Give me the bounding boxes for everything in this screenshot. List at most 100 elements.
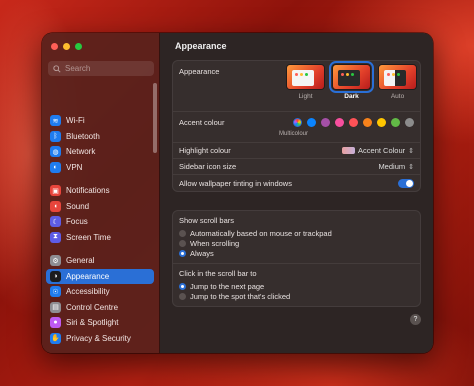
accent-swatch[interactable] [377, 118, 386, 127]
focus-icon: ☾ [50, 216, 61, 228]
sidebar-icon-size-label: Sidebar icon size [179, 162, 237, 171]
sidebar-group: ⚙ General ◑ Appearance ☉ Accessibility ▤ Contro… [46, 253, 154, 346]
accent-swatch[interactable] [363, 118, 372, 127]
appearance-icon: ◑ [50, 270, 61, 282]
accent-swatch[interactable] [391, 118, 400, 127]
appearance-thumbnail-light [286, 64, 325, 90]
wallpaper-tinting-label: Allow wallpaper tinting in windows [179, 178, 292, 188]
appearance-row: Appearance Light Dark Auto [173, 61, 420, 112]
highlight-swatch [342, 147, 356, 154]
minimize-button[interactable] [63, 43, 70, 50]
show-scroll-bars-section: Show scroll bars Automatically based on … [173, 211, 420, 264]
click-scroll-bar-title: Click in the scroll bar to [179, 269, 257, 278]
accent-swatches [293, 118, 414, 127]
radio-label: Jump to the next page [190, 281, 265, 291]
accent-swatch[interactable] [321, 118, 330, 127]
screen-time-icon: ⧗ [50, 231, 61, 243]
highlight-colour-popup[interactable]: Accent Colour ⇕ [342, 146, 414, 155]
show-scroll-bars-option[interactable]: Automatically based on mouse or trackpad [179, 228, 414, 238]
sidebar-item-siri-spotlight[interactable]: ● Siri & Spotlight [46, 315, 154, 331]
scroll-bar-settings-panel: Show scroll bars Automatically based on … [172, 210, 421, 307]
sidebar-item-label: Wi-Fi [66, 116, 85, 126]
sidebar-item-label: Accessibility [66, 287, 110, 297]
multicolour-label: Multicolour [279, 131, 309, 137]
sidebar-item-screen-time[interactable]: ⧗ Screen Time [46, 230, 154, 246]
sidebar-item-sound[interactable]: ◖ Sound [46, 199, 154, 215]
radio-button[interactable] [179, 292, 186, 300]
sidebar-group: ≋ Wi-Fi ᛒ Bluetooth ◍ Network ◐ VPN [46, 113, 154, 175]
general-icon: ⚙ [50, 255, 61, 267]
accent-swatch-multicolour[interactable] [293, 118, 302, 127]
sidebar-item-vpn[interactable]: ◐ VPN [46, 160, 154, 176]
appearance-option-light[interactable]: Light [286, 64, 325, 100]
appearance-option-label: Dark [344, 93, 359, 100]
sidebar-item-notifications[interactable]: ▣ Notifications [46, 183, 154, 199]
sidebar-item-label: Screen Time [66, 232, 111, 242]
help-button[interactable]: ? [410, 314, 421, 325]
sidebar-item-focus[interactable]: ☾ Focus [46, 214, 154, 230]
search-field[interactable]: Search [48, 61, 154, 76]
search-icon [53, 64, 61, 73]
appearance-settings-panel: Appearance Light Dark Auto Accent colour M… [172, 60, 421, 192]
privacy-icon: ✋ [50, 332, 61, 344]
wallpaper-tinting-row: Allow wallpaper tinting in windows [173, 175, 420, 191]
sidebar-item-privacy-security[interactable]: ✋ Privacy & Security [46, 331, 154, 347]
accent-colour-row: Accent colour Multicolour [173, 112, 420, 143]
sidebar-group: ▣ Notifications ◖ Sound ☾ Focus ⧗ Screen Time [46, 183, 154, 245]
appearance-pane: Appearance Appearance Light Dark Auto Acce… [160, 33, 433, 353]
accent-swatch[interactable] [307, 118, 316, 127]
accent-swatch[interactable] [405, 118, 414, 127]
sidebar-item-general[interactable]: ⚙ General [46, 253, 154, 269]
page-title: Appearance [175, 41, 227, 51]
sidebar-icon-size-row: Sidebar icon size Medium ⇕ [173, 159, 420, 175]
radio-button[interactable] [179, 229, 186, 237]
accessibility-icon: ☉ [50, 286, 61, 298]
appearance-option-label: Light [298, 93, 313, 100]
sidebar-item-bluetooth[interactable]: ᛒ Bluetooth [46, 129, 154, 145]
accent-swatch[interactable] [349, 118, 358, 127]
sidebar-item-wi-fi[interactable]: ≋ Wi-Fi [46, 113, 154, 129]
sidebar-item-network[interactable]: ◍ Network [46, 144, 154, 160]
sidebar-item-label: Control Centre [66, 302, 119, 312]
sidebar-item-label: Network [66, 147, 96, 157]
show-scroll-bars-option[interactable]: When scrolling [179, 238, 414, 248]
icon-size-value: Medium [378, 162, 406, 171]
sidebar-nav: ≋ Wi-Fi ᛒ Bluetooth ◍ Network ◐ VPN ▣ Notificatio… [46, 113, 154, 353]
appearance-options: Light Dark Auto [286, 61, 417, 100]
appearance-thumbnail-auto [378, 64, 417, 90]
traffic-lights [51, 43, 82, 50]
radio-button[interactable] [179, 239, 186, 247]
sidebar-item-label: Sound [66, 201, 90, 211]
system-settings-window: Search ≋ Wi-Fi ᛒ Bluetooth ◍ Network ◐ VPN ▣ Noti… [42, 33, 433, 353]
radio-label: Jump to the spot that's clicked [190, 291, 291, 301]
highlight-colour-label: Highlight colour [179, 146, 231, 155]
appearance-option-auto[interactable]: Auto [378, 64, 417, 100]
sidebar-item-appearance[interactable]: ◑ Appearance [46, 268, 154, 284]
radio-button[interactable] [179, 249, 186, 257]
appearance-thumbnail-dark [329, 61, 374, 93]
click-scroll-bar-section: Click in the scroll bar to Jump to the n… [173, 264, 420, 306]
network-icon: ◍ [50, 146, 61, 158]
sound-icon: ◖ [50, 200, 61, 212]
control-centre-icon: ▤ [50, 301, 61, 313]
wifi-icon: ≋ [50, 115, 61, 127]
wallpaper-tinting-toggle[interactable] [398, 178, 414, 188]
sidebar-item-accessibility[interactable]: ☉ Accessibility [46, 284, 154, 300]
bluetooth-icon: ᛒ [50, 130, 61, 142]
show-scroll-bars-option[interactable]: Always [179, 248, 414, 258]
sidebar: Search ≋ Wi-Fi ᛒ Bluetooth ◍ Network ◐ VPN ▣ Noti… [42, 33, 160, 353]
click-scroll-bar-option[interactable]: Jump to the spot that's clicked [179, 291, 414, 301]
click-scroll-bar-option[interactable]: Jump to the next page [179, 281, 414, 291]
radio-button[interactable] [179, 282, 186, 290]
chevron-updown-icon: ⇕ [408, 147, 414, 155]
close-button[interactable] [51, 43, 58, 50]
accent-swatch[interactable] [335, 118, 344, 127]
zoom-button[interactable] [75, 43, 82, 50]
icon-size-popup[interactable]: Medium ⇕ [378, 162, 414, 171]
siri-icon: ● [50, 317, 61, 329]
appearance-option-dark[interactable]: Dark [329, 61, 374, 100]
sidebar-item-label: Bluetooth [66, 131, 100, 141]
show-scroll-bars-title: Show scroll bars [179, 216, 235, 225]
sidebar-item-label: Appearance [66, 271, 110, 281]
sidebar-item-control-centre[interactable]: ▤ Control Centre [46, 300, 154, 316]
